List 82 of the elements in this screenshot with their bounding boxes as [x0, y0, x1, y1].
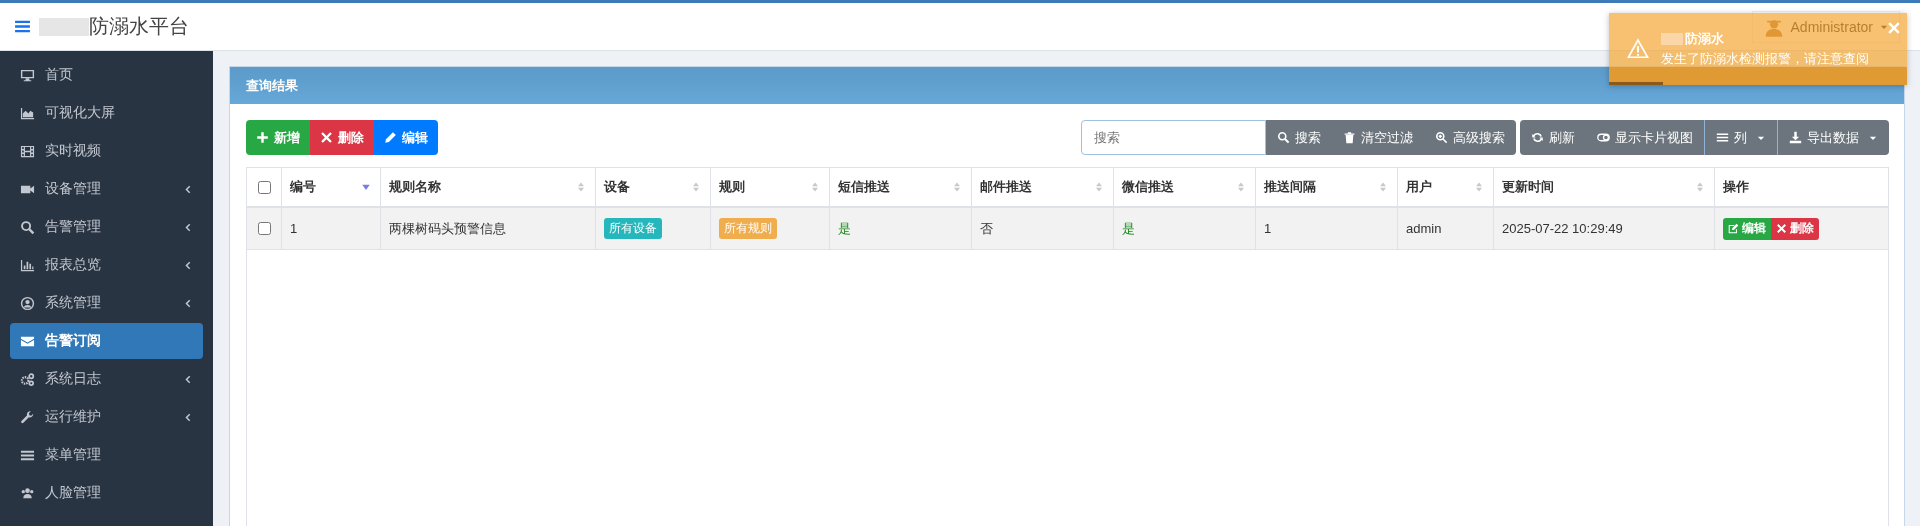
table-cell: 1 [290, 221, 298, 236]
sidebar-item[interactable]: 告警管理 [10, 209, 203, 245]
table-cell: admin [1406, 221, 1442, 236]
table-cell: 1 [1264, 221, 1272, 236]
film-icon [20, 143, 35, 159]
chevron-icon [182, 411, 193, 423]
toggle-icon [1597, 131, 1610, 144]
menu-button[interactable] [14, 18, 31, 35]
chevron-icon [182, 373, 193, 385]
chevron-icon [182, 183, 193, 195]
times-icon [320, 131, 333, 144]
search-button[interactable]: 搜索 [1266, 120, 1332, 155]
blurred-block [1661, 33, 1683, 45]
column-header[interactable]: 操作 [1715, 168, 1888, 206]
sidebar-item[interactable]: 告警订阅 [10, 323, 203, 359]
column-header[interactable]: 微信推送 [1114, 168, 1256, 206]
sidebar-item[interactable]: 运行维护 [10, 399, 203, 435]
bar-chart-icon [20, 257, 35, 273]
column-header[interactable]: 短信推送 [830, 168, 972, 206]
advanced-button[interactable]: 高级搜索 [1424, 120, 1516, 155]
list-icon [1716, 131, 1729, 144]
tag: 所有设备 [604, 218, 662, 239]
gears-icon [20, 371, 35, 387]
row-checkbox[interactable] [258, 222, 271, 235]
toggle-button[interactable]: 显示卡片视图 [1586, 120, 1704, 155]
users-icon [20, 485, 35, 501]
sidebar-item[interactable]: 可视化大屏 [10, 95, 203, 131]
tag: 所有规则 [719, 218, 777, 239]
table-cell: 否 [980, 219, 993, 238]
column-header[interactable]: 用户 [1398, 168, 1494, 206]
refresh-icon [1531, 131, 1544, 144]
delete-button[interactable]: 删除 [1771, 217, 1819, 240]
edit-icon [1728, 223, 1739, 234]
columns-button[interactable]: 列 [1704, 120, 1777, 155]
sidebar-item[interactable]: 系统日志 [10, 361, 203, 397]
blurred-block [39, 17, 89, 36]
refresh-button[interactable]: 刷新 [1520, 120, 1586, 155]
column-header[interactable]: 编号 [282, 168, 381, 206]
download-icon [1789, 131, 1802, 144]
zoom-plus-icon [1435, 131, 1448, 144]
monitor-icon [20, 67, 35, 83]
table-cell: 两棵树码头预警信息 [389, 219, 506, 238]
table-cell: 2025-07-22 10:29:49 [1502, 221, 1623, 236]
sidebar-item[interactable]: 设备管理 [10, 171, 203, 207]
app-title: 防溺水平台 [89, 14, 189, 39]
select-all-checkbox[interactable] [258, 180, 271, 194]
times-icon [1887, 21, 1901, 35]
menu-icon [14, 18, 31, 35]
column-header[interactable]: 设备 [596, 168, 711, 206]
delete-button[interactable]: 删除 [310, 120, 374, 155]
plus-icon [256, 131, 269, 144]
pencil-icon [384, 131, 397, 144]
user-circle-icon [20, 295, 35, 311]
sidebar-item[interactable]: 实时视频 [10, 133, 203, 169]
column-header[interactable]: 规则 [711, 168, 830, 206]
area-chart-icon [20, 105, 35, 121]
clear-button[interactable]: 清空过滤 [1332, 120, 1424, 155]
table-cell: 是 [1122, 219, 1135, 238]
search-icon [1277, 131, 1290, 144]
column-header[interactable]: 推送间隔 [1256, 168, 1398, 206]
chevron-icon [182, 221, 193, 233]
panel-title: 查询结果 [246, 76, 298, 95]
column-header[interactable]: 规则名称 [381, 168, 596, 206]
times-icon [1776, 223, 1787, 234]
search-icon [20, 219, 35, 235]
warning-icon [1627, 38, 1649, 60]
sidebar-item[interactable]: 首页 [10, 57, 203, 93]
notification-message: 发生了防溺水检测报警，请注意查阅 [1661, 51, 1869, 68]
edit-button[interactable]: 编辑 [374, 120, 438, 155]
sidebar-item[interactable]: 系统管理 [10, 285, 203, 321]
chevron-icon [182, 297, 193, 309]
export-button[interactable]: 导出数据 [1777, 120, 1889, 155]
wrench-icon [20, 409, 35, 425]
sidebar-item[interactable]: 菜单管理 [10, 437, 203, 473]
chevron-icon [182, 259, 193, 271]
table-cell: 是 [838, 219, 851, 238]
search-field[interactable]: 搜索 [1081, 120, 1266, 155]
sidebar-item[interactable]: 报表总览 [10, 247, 203, 283]
sidebar-item[interactable]: 人脸管理 [10, 475, 203, 511]
trash-icon [1343, 131, 1356, 144]
column-header[interactable]: 更新时间 [1494, 168, 1715, 206]
column-header[interactable]: 邮件推送 [972, 168, 1114, 206]
